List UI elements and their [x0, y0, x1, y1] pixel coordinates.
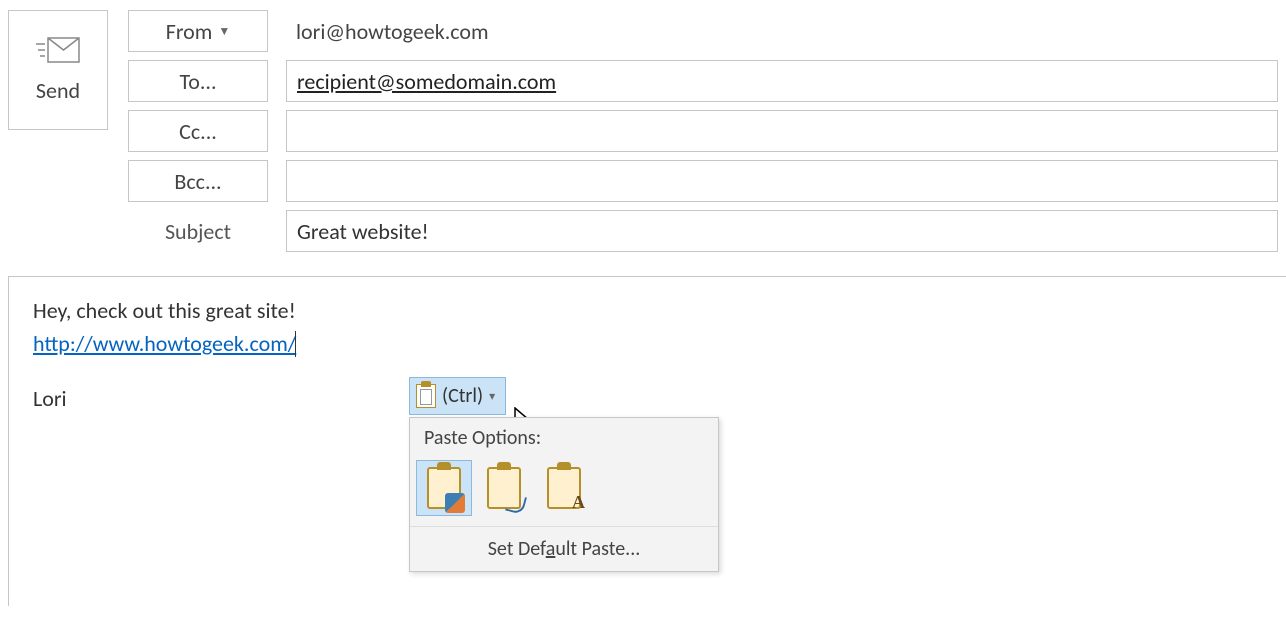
cc-button[interactable]: Cc...	[128, 110, 268, 152]
from-button[interactable]: From ▼	[128, 10, 268, 52]
paste-options-row: A	[410, 456, 718, 526]
header-fields: From ▼ lori@howtogeek.com To... recipien…	[128, 10, 1278, 260]
to-button[interactable]: To...	[128, 60, 268, 102]
smart-tag-label: (Ctrl)	[442, 384, 483, 408]
send-button[interactable]: Send	[8, 10, 108, 130]
paste-merge-formatting[interactable]	[476, 460, 532, 516]
paste-smart-tag[interactable]: (Ctrl) ▾	[409, 377, 506, 415]
compose-header: Send From ▼ lori@howtogeek.com To... rec…	[0, 0, 1286, 260]
body-line-1: Hey, check out this great site!	[33, 297, 1262, 324]
paintbrush-icon	[445, 493, 465, 513]
clipboard-icon	[427, 467, 461, 509]
paste-options-popup: Paste Options: A Set Default Paste...	[409, 417, 719, 572]
footer-hotkey: a	[546, 537, 556, 561]
envelope-send-icon	[36, 37, 80, 63]
clipboard-icon	[416, 384, 436, 408]
set-default-paste[interactable]: Set Default Paste...	[410, 526, 718, 571]
cc-row: Cc...	[128, 110, 1278, 152]
paste-options-header: Paste Options:	[410, 418, 718, 456]
from-row: From ▼ lori@howtogeek.com	[128, 10, 1278, 52]
pasted-hyperlink[interactable]: http://www.howtogeek.com/	[33, 330, 296, 357]
text-cursor	[295, 331, 296, 357]
subject-row: Subject Great website!	[128, 210, 1278, 252]
subject-label: Subject	[128, 218, 268, 245]
paste-keep-source-formatting[interactable]	[416, 460, 472, 516]
message-body[interactable]: Hey, check out this great site! http://w…	[8, 276, 1286, 606]
bcc-input[interactable]	[286, 160, 1278, 202]
cc-input[interactable]	[286, 110, 1278, 152]
send-label: Send	[36, 77, 80, 104]
clipboard-icon: A	[547, 467, 581, 509]
body-link-line: http://www.howtogeek.com/	[33, 330, 1262, 357]
to-recipient[interactable]: recipient@somedomain.com	[297, 68, 556, 95]
to-row: To... recipient@somedomain.com	[128, 60, 1278, 102]
signature-line: Lori	[33, 385, 1262, 412]
footer-pre: Set Def	[488, 537, 546, 561]
footer-suf: ult Paste...	[555, 537, 640, 561]
chevron-down-icon: ▼	[218, 24, 230, 39]
merge-arrow-icon	[505, 493, 527, 515]
subject-input[interactable]: Great website!	[286, 210, 1278, 252]
bcc-row: Bcc...	[128, 160, 1278, 202]
letter-a-icon: A	[572, 492, 585, 513]
paste-keep-text-only[interactable]: A	[536, 460, 592, 516]
from-label: From	[166, 18, 213, 45]
chevron-down-icon: ▾	[489, 389, 495, 404]
from-value: lori@howtogeek.com	[286, 10, 1278, 52]
to-input[interactable]: recipient@somedomain.com	[286, 60, 1278, 102]
clipboard-icon	[487, 467, 521, 509]
bcc-button[interactable]: Bcc...	[128, 160, 268, 202]
